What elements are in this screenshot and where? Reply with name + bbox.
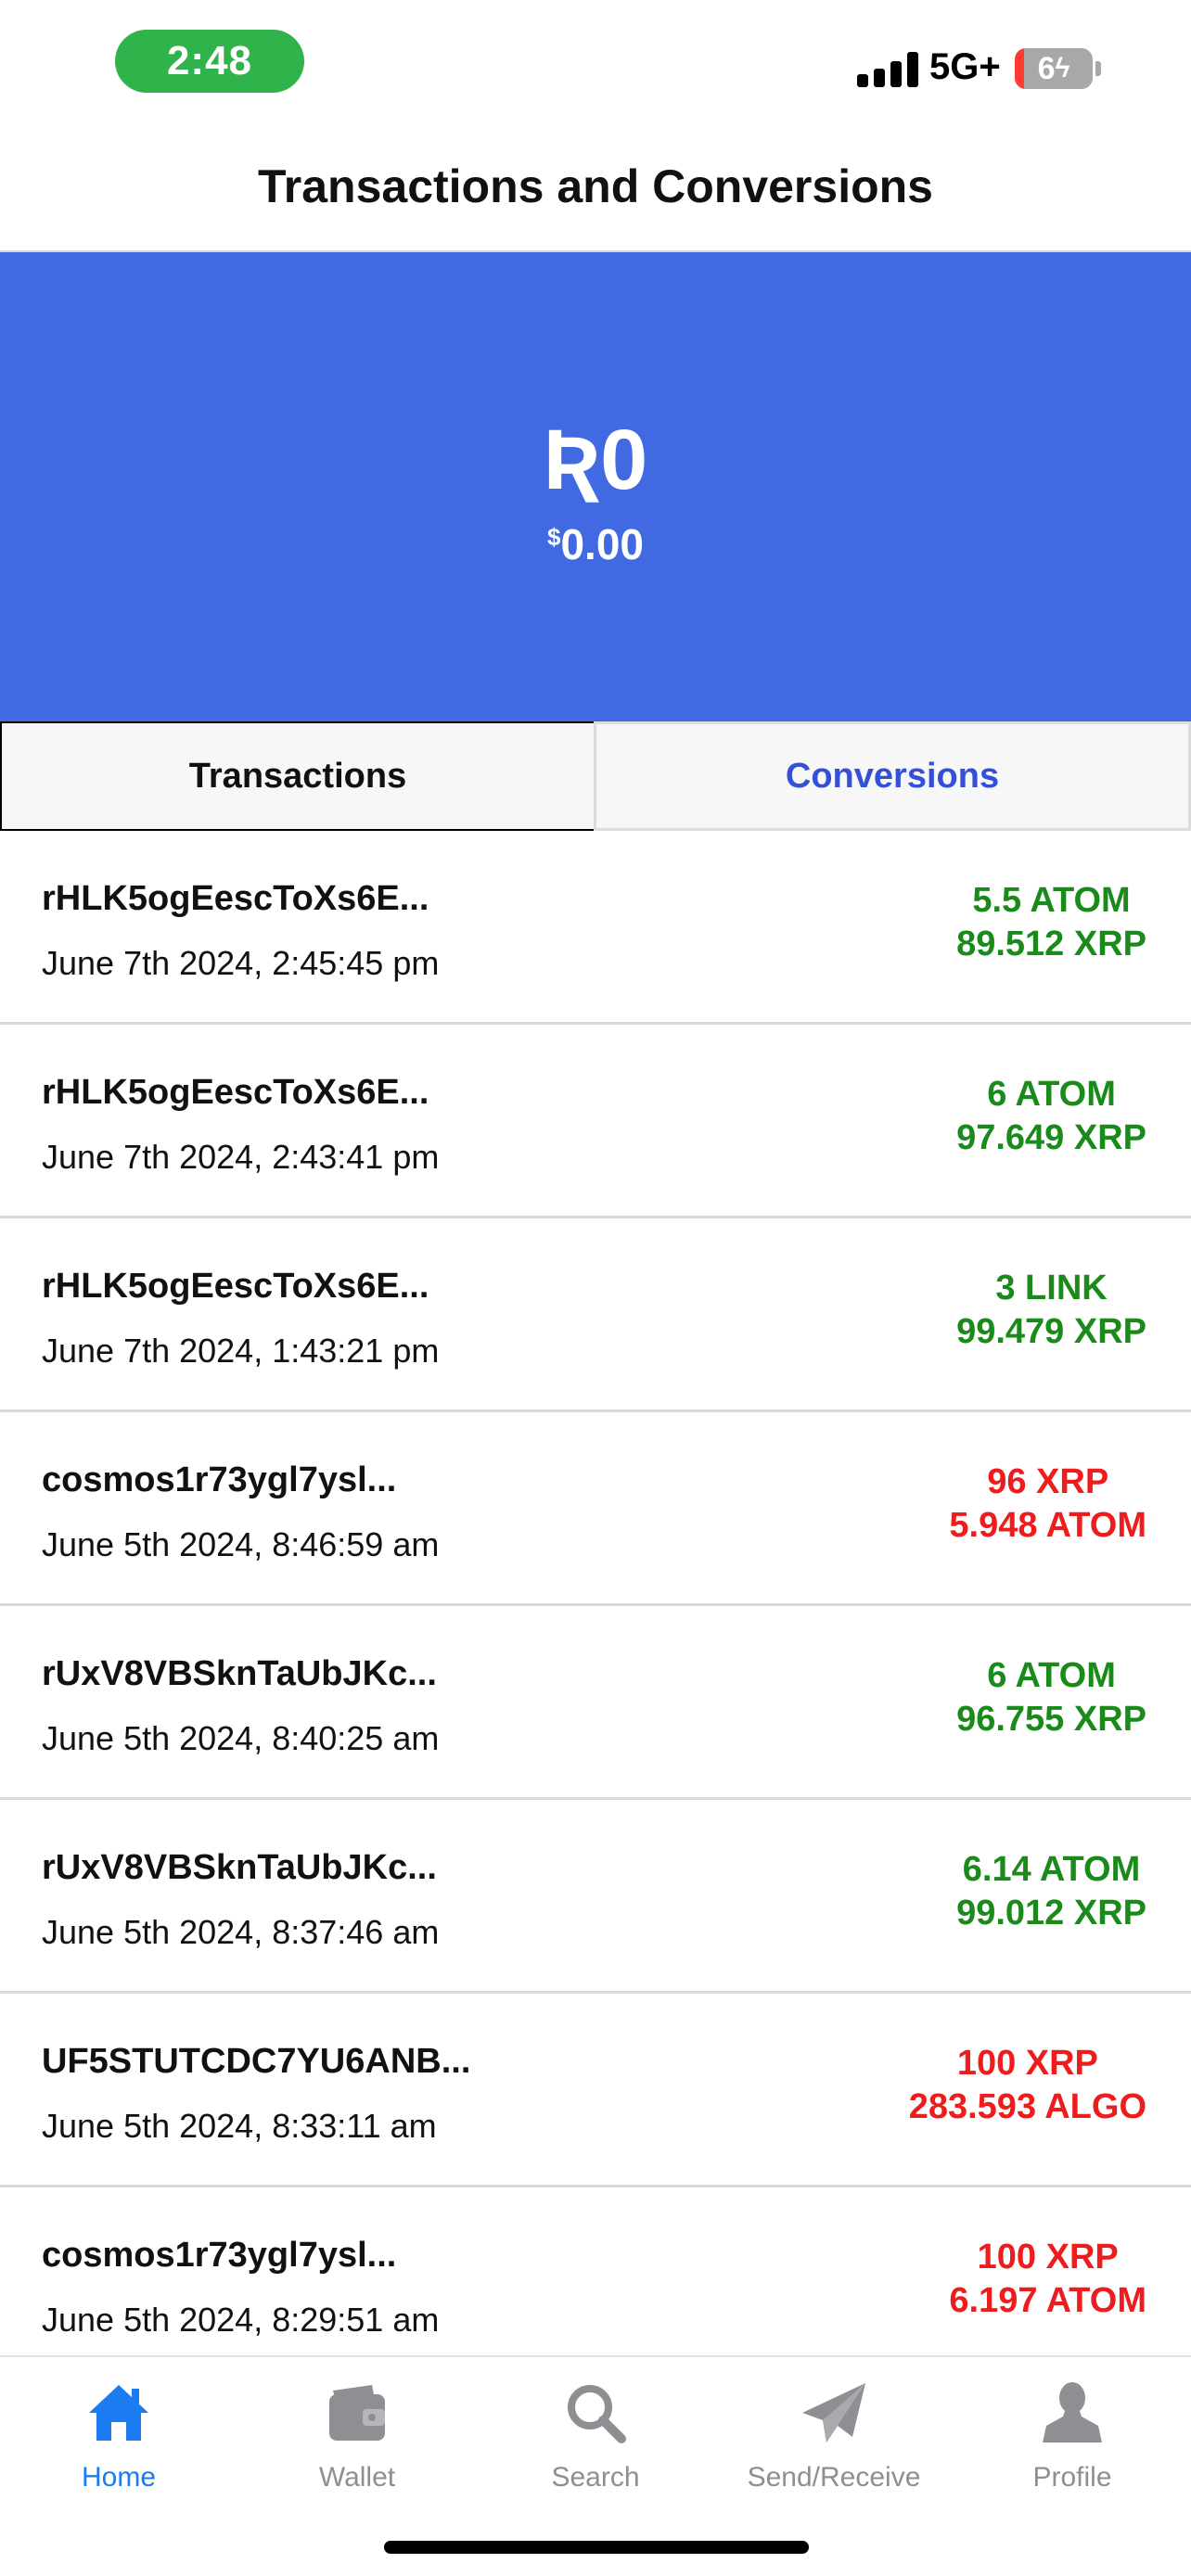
amount-to: 5.948 ATOM	[949, 1506, 1146, 1545]
amounts: 5.5 ATOM 89.512 XRP	[956, 879, 1146, 966]
timestamp: June 5th 2024, 8:37:46 am	[42, 1913, 440, 1951]
nav-label: Profile	[1032, 2462, 1112, 2493]
profile-icon	[1043, 2382, 1102, 2442]
amount-to: 99.012 XRP	[956, 1894, 1146, 1932]
timestamp: June 5th 2024, 8:40:25 am	[42, 1719, 440, 1757]
amounts: 6.14 ATOM 99.012 XRP	[956, 1848, 1146, 1935]
balance-card: Ʀ0 $0.00	[0, 252, 1191, 721]
status-bar: 2:48 5G+ 6ϟ	[0, 0, 1191, 130]
amounts: 96 XRP 5.948 ATOM	[949, 1460, 1146, 1548]
list-item[interactable]: rUxV8VBSknTaUbJKc... June 5th 2024, 8:40…	[0, 1606, 1191, 1800]
tab-conversions[interactable]: Conversions	[594, 721, 1191, 831]
amount-to: 97.649 XRP	[956, 1118, 1146, 1157]
timestamp: June 7th 2024, 2:45:45 pm	[42, 944, 440, 982]
amount-to: 6.197 ATOM	[949, 2281, 1146, 2320]
list-item[interactable]: cosmos1r73ygl7ysl... June 5th 2024, 8:29…	[0, 2187, 1191, 2355]
timestamp: June 5th 2024, 8:33:11 am	[42, 2107, 437, 2145]
amounts: 3 LINK 99.479 XRP	[956, 1267, 1146, 1354]
status-time[interactable]: 2:48	[115, 30, 304, 93]
search-icon	[568, 2385, 626, 2443]
address: cosmos1r73ygl7ysl...	[42, 2236, 397, 2275]
list-item[interactable]: rHLK5ogEescToXs6E... June 7th 2024, 1:43…	[0, 1218, 1191, 1412]
battery-tip	[1095, 61, 1101, 76]
fiat-symbol: $	[547, 523, 561, 551]
nav-label: Home	[81, 2462, 157, 2493]
amount-to: 283.593 ALGO	[908, 2087, 1146, 2126]
amount-from: 100 XRP	[956, 2044, 1098, 2083]
send-icon	[802, 2383, 865, 2442]
amount-from: 3 LINK	[995, 1269, 1108, 1307]
amount-from: 6.14 ATOM	[962, 1850, 1141, 1889]
fiat-value: 0.00	[560, 520, 644, 568]
amount-from: 6 ATOM	[987, 1656, 1116, 1695]
timestamp: June 7th 2024, 2:43:41 pm	[42, 1138, 440, 1176]
amount-to: 99.479 XRP	[956, 1312, 1146, 1351]
timestamp: June 5th 2024, 8:29:51 am	[42, 2301, 440, 2339]
nav-profile[interactable]: Profile	[954, 2378, 1191, 2493]
amount-to: 89.512 XRP	[956, 925, 1146, 963]
amount-from: 6 ATOM	[987, 1075, 1116, 1114]
list-item[interactable]: rHLK5ogEescToXs6E... June 7th 2024, 2:43…	[0, 1025, 1191, 1218]
wallet-icon	[329, 2385, 385, 2441]
battery-level: 6	[1037, 50, 1056, 86]
nav-wallet[interactable]: Wallet	[238, 2378, 476, 2493]
nav-send-receive[interactable]: Send/Receive	[715, 2378, 953, 2493]
address: rHLK5ogEescToXs6E...	[42, 1073, 429, 1112]
nav-label: Send/Receive	[747, 2462, 921, 2493]
timestamp: June 5th 2024, 8:46:59 am	[42, 1525, 440, 1563]
page-title: Transactions and Conversions	[258, 160, 933, 212]
list-item[interactable]: rUxV8VBSknTaUbJKc... June 5th 2024, 8:37…	[0, 1800, 1191, 1994]
currency-symbol: Ʀ	[543, 413, 601, 507]
nav-home[interactable]: Home	[0, 2378, 237, 2493]
balance-value: 0	[600, 413, 648, 507]
nav-search[interactable]: Search	[477, 2378, 714, 2493]
amount-from: 100 XRP	[977, 2238, 1119, 2276]
list-item[interactable]: UF5STUTCDC7YU6ANB... June 5th 2024, 8:33…	[0, 1994, 1191, 2187]
segment-tabs: Transactions Conversions	[0, 721, 1191, 831]
nav-label: Search	[551, 2462, 640, 2493]
battery-icon: 6ϟ	[1015, 48, 1093, 89]
address: rUxV8VBSknTaUbJKc...	[42, 1848, 437, 1887]
signal-icon	[857, 50, 920, 87]
amounts: 100 XRP 6.197 ATOM	[949, 2236, 1146, 2323]
address: cosmos1r73ygl7ysl...	[42, 1460, 397, 1499]
nav-label: Wallet	[318, 2462, 396, 2493]
amounts: 6 ATOM 96.755 XRP	[956, 1654, 1146, 1741]
amount-from: 5.5 ATOM	[972, 881, 1131, 920]
network-label: 5G+	[929, 46, 1001, 87]
tab-transactions[interactable]: Transactions	[0, 721, 594, 831]
address: UF5STUTCDC7YU6ANB...	[42, 2042, 471, 2081]
address: rHLK5ogEescToXs6E...	[42, 1267, 429, 1306]
timestamp: June 7th 2024, 1:43:21 pm	[42, 1332, 440, 1370]
list-item[interactable]: cosmos1r73ygl7ysl... June 5th 2024, 8:46…	[0, 1412, 1191, 1606]
fiat-balance: $0.00	[0, 519, 1191, 569]
home-indicator[interactable]	[384, 2541, 809, 2554]
amounts: 6 ATOM 97.649 XRP	[956, 1073, 1146, 1160]
list-item[interactable]: rHLK5ogEescToXs6E... June 7th 2024, 2:45…	[0, 831, 1191, 1025]
amounts: 100 XRP 283.593 ALGO	[909, 2042, 1146, 2129]
conversion-list: rHLK5ogEescToXs6E... June 7th 2024, 2:45…	[0, 831, 1191, 2355]
home-icon	[89, 2385, 148, 2441]
balance-amount: Ʀ0	[0, 417, 1191, 503]
amount-from: 96 XRP	[987, 1462, 1109, 1501]
address: rHLK5ogEescToXs6E...	[42, 879, 429, 918]
address: rUxV8VBSknTaUbJKc...	[42, 1654, 437, 1693]
amount-to: 96.755 XRP	[956, 1700, 1146, 1739]
